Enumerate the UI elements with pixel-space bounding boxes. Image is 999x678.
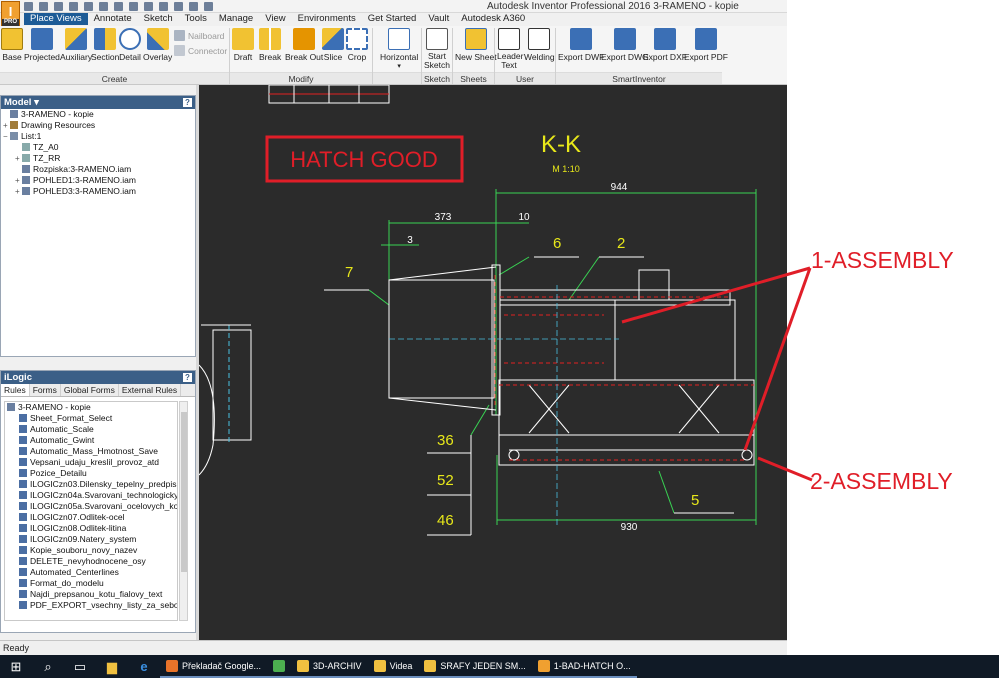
annotation-arrows bbox=[621, 266, 813, 482]
taskbar-app[interactable]: 1-BAD-HATCH O... bbox=[531, 655, 637, 678]
taskbar-app[interactable]: Videa bbox=[367, 655, 419, 678]
taskbar-app-label: 1-BAD-HATCH O... bbox=[553, 660, 631, 671]
search-icon[interactable]: ⌕ bbox=[38, 657, 58, 677]
taskbar-app[interactable]: Překladač Google... bbox=[160, 655, 268, 678]
taskbar-app-label: Překladač Google... bbox=[182, 660, 262, 671]
assembly-2-annotation: 2-ASSEMBLY bbox=[810, 468, 953, 494]
taskbar-app-icon bbox=[273, 659, 286, 672]
taskbar: ⊞ ⌕ ▭ ▆ e Překladač Google... 3D-ARCHIV Vi… bbox=[0, 655, 999, 678]
taskbar-app[interactable]: SRAFY JEDEN SM... bbox=[418, 655, 532, 678]
taskbar-app[interactable]: 3D-ARCHIV bbox=[291, 655, 368, 678]
taskbar-app-label: Videa bbox=[389, 660, 413, 671]
file-explorer-icon[interactable]: ▆ bbox=[102, 657, 122, 677]
taskbar-app-label: 3D-ARCHIV bbox=[313, 660, 362, 671]
screenshot: Autodesk Inventor Professional 2016 3-RA… bbox=[0, 0, 999, 678]
taskbar-app-icon bbox=[297, 659, 310, 672]
edge-icon[interactable]: e bbox=[134, 657, 154, 677]
assembly-1-annotation: 1-ASSEMBLY bbox=[811, 247, 954, 273]
taskbar-app-icon bbox=[166, 659, 178, 672]
taskbar-app-icon bbox=[537, 659, 550, 672]
windows-start-icon[interactable]: ⊞ bbox=[6, 657, 26, 677]
taskbar-app-icon bbox=[373, 659, 386, 672]
taskbar-app[interactable] bbox=[267, 655, 292, 678]
taskbar-app-label: SRAFY JEDEN SM... bbox=[440, 660, 526, 671]
task-view-icon[interactable]: ▭ bbox=[70, 657, 90, 677]
taskbar-app-icon bbox=[424, 659, 437, 672]
taskbar-apps: Překladač Google... 3D-ARCHIV Videa SRAFY J… bbox=[160, 655, 637, 678]
